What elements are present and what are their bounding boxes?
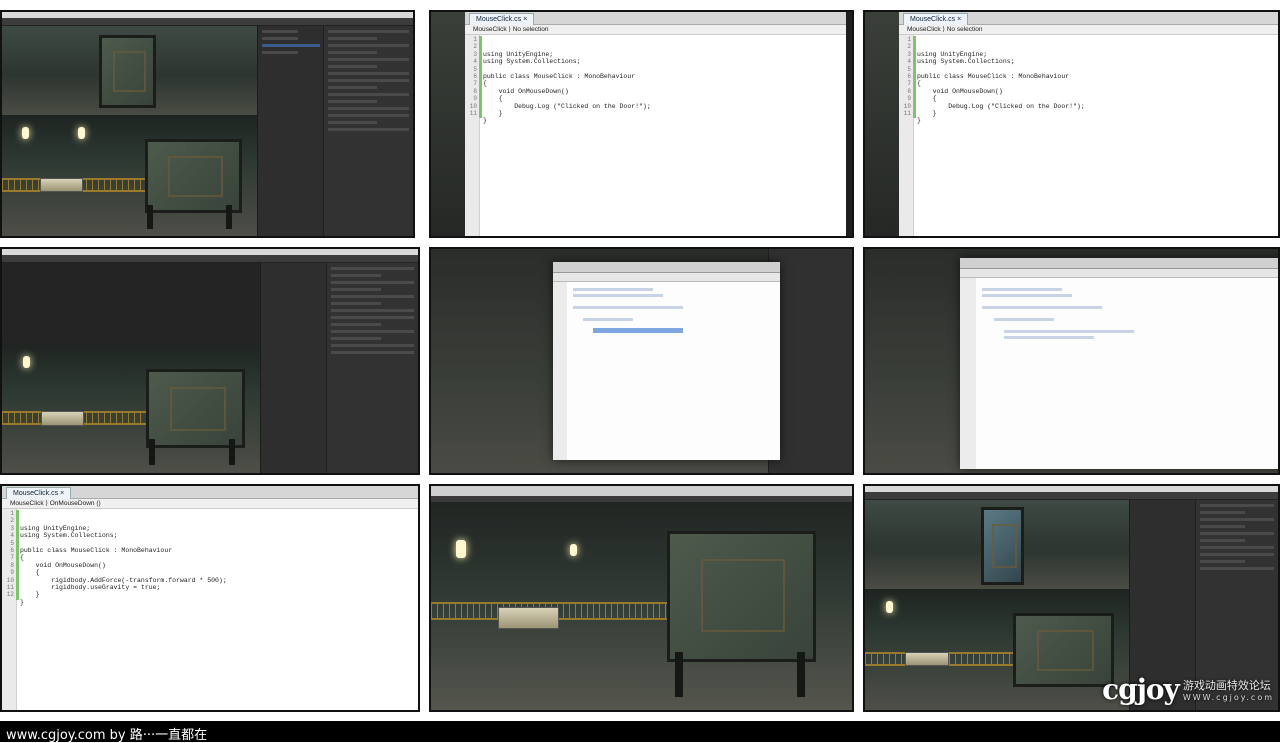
door-leg xyxy=(226,204,233,229)
wall-lamp xyxy=(22,127,30,140)
door xyxy=(144,139,243,213)
wall-lamp xyxy=(569,544,577,557)
code-text[interactable]: using UnityEngine; using System.Collectio… xyxy=(20,510,227,621)
scene-view xyxy=(865,500,1130,590)
toolbar xyxy=(2,18,413,26)
footer-bar: www.cgjoy.com by 路···一直都在 xyxy=(0,721,1280,743)
breadcrumb: MouseClick ⟩ No selection xyxy=(899,25,1278,35)
wall-lamp xyxy=(78,127,86,140)
door-leg xyxy=(147,204,154,229)
thumb-code-editor-2: MouseClick.cs × MouseClick ⟩ No selectio… xyxy=(863,10,1280,238)
game-view xyxy=(865,589,1130,710)
door xyxy=(98,34,156,109)
door-leg xyxy=(228,439,235,466)
crate xyxy=(40,177,83,193)
breadcrumb: MouseClick ⟩ OnMouseDown () xyxy=(2,499,418,509)
background-scene-left xyxy=(865,12,899,236)
door xyxy=(981,507,1025,585)
background-scene-right xyxy=(846,12,852,236)
close-icon[interactable]: × xyxy=(957,16,961,23)
game-view xyxy=(2,343,260,473)
thumb-code-editor-1: MouseClick.cs × MouseClick ⟩ No selectio… xyxy=(429,10,854,238)
scene-view xyxy=(2,26,257,116)
change-marker xyxy=(479,36,482,118)
crate xyxy=(498,606,560,630)
door xyxy=(1013,613,1115,687)
code-text[interactable]: using UnityEngine; using System.Collectio… xyxy=(483,36,651,140)
editor-window: MouseClick.cs × MouseClick ⟩ No selectio… xyxy=(899,12,1278,236)
inspector-panel xyxy=(767,249,852,473)
hierarchy-panel xyxy=(259,263,328,473)
thumb-editor-zoom-1 xyxy=(429,247,854,475)
change-marker xyxy=(16,510,19,600)
game-view xyxy=(2,115,257,236)
background-scene-left xyxy=(431,12,465,236)
footer-text: www.cgjoy.com by 路···一直都在 xyxy=(6,728,208,743)
close-icon[interactable]: × xyxy=(523,16,527,23)
inspector-panel xyxy=(322,26,413,236)
editor-tab-bar: MouseClick.cs × xyxy=(465,12,846,26)
wall-lamp xyxy=(456,539,467,558)
toolbar xyxy=(865,492,1278,500)
scene-view xyxy=(2,263,260,349)
line-numbers: 1 2 3 4 5 6 7 8 9 10 11 xyxy=(469,36,477,118)
thumb-unity-editor-2 xyxy=(0,247,420,475)
breadcrumb: MouseClick ⟩ No selection xyxy=(465,25,846,35)
wall-lamp xyxy=(886,601,894,614)
crate xyxy=(40,410,84,426)
code-text[interactable]: using UnityEngine; using System.Collectio… xyxy=(917,36,1085,140)
change-marker xyxy=(913,36,916,118)
close-icon[interactable]: × xyxy=(60,490,64,497)
door-leg xyxy=(797,651,806,697)
watermark-logo: cgjoy xyxy=(1102,673,1180,706)
thumb-code-editor-3: MouseClick.cs × MouseClick ⟩ OnMouseDown… xyxy=(0,484,420,712)
toolbar xyxy=(431,496,852,502)
watermark-url: WWW.cgjoy.com xyxy=(1182,693,1274,702)
floating-editor-window xyxy=(959,257,1278,469)
toolbar xyxy=(2,255,418,263)
editor-tab-bar: MouseClick.cs × xyxy=(899,12,1278,26)
line-numbers: 1 2 3 4 5 6 7 8 9 10 11 xyxy=(903,36,911,118)
menu-bar xyxy=(431,486,852,496)
door-leg xyxy=(675,651,684,697)
door-leg xyxy=(149,439,155,466)
line-numbers: 1 2 3 4 5 6 7 8 9 10 11 12 xyxy=(6,510,14,599)
watermark: cgjoy 游戏动画特效论坛 WWW.cgjoy.com xyxy=(1102,673,1274,706)
door xyxy=(146,369,246,448)
thumb-editor-zoom-2 xyxy=(863,247,1280,475)
inspector-panel xyxy=(326,263,418,473)
crate xyxy=(904,651,949,667)
watermark-chinese: 游戏动画特效论坛 xyxy=(1182,679,1271,692)
thumb-game-view xyxy=(429,484,854,712)
floating-editor-window xyxy=(553,262,781,460)
door xyxy=(666,530,816,663)
editor-window: MouseClick.cs × MouseClick ⟩ No selectio… xyxy=(465,12,846,236)
editor-tab-bar: MouseClick.cs × xyxy=(2,486,418,500)
thumb-unity-editor-1 xyxy=(0,10,415,238)
hierarchy-panel xyxy=(256,26,324,236)
selected-text-highlight xyxy=(593,328,684,334)
wall-lamp xyxy=(22,356,30,369)
